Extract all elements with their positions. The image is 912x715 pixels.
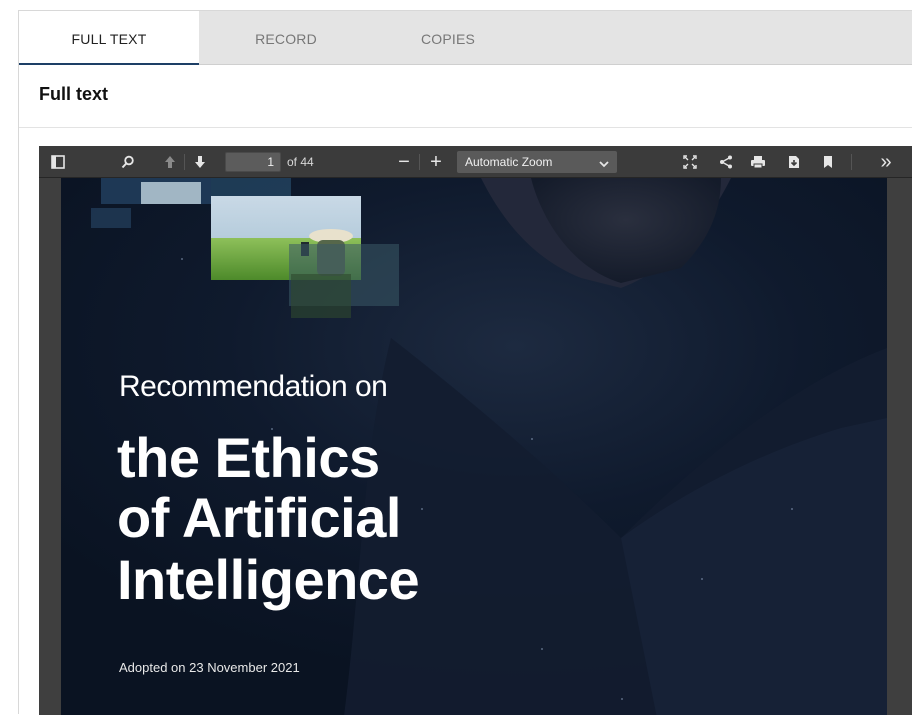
tools-menu-button[interactable]: » bbox=[875, 151, 897, 173]
zoom-in-icon: + bbox=[430, 151, 442, 173]
tools-menu-icon: » bbox=[880, 151, 892, 173]
tab-bar: FULL TEXT RECORD COPIES bbox=[19, 11, 912, 65]
share-icon[interactable] bbox=[715, 151, 737, 173]
zoom-select-value: Automatic Zoom bbox=[465, 155, 553, 169]
section-title: Full text bbox=[39, 84, 109, 104]
document-subtitle: Recommendation on bbox=[119, 370, 388, 403]
search-icon[interactable] bbox=[117, 151, 139, 173]
zoom-out-icon: − bbox=[398, 151, 410, 173]
page-number-input[interactable] bbox=[225, 152, 281, 172]
tab-copies[interactable]: COPIES bbox=[373, 11, 523, 65]
document-title-line: the Ethics bbox=[117, 426, 380, 489]
chevron-down-icon bbox=[599, 156, 609, 174]
download-icon[interactable] bbox=[783, 151, 805, 173]
pdf-page[interactable]: Recommendation on the Ethics of Artifici… bbox=[61, 178, 887, 715]
page-count: of 44 bbox=[287, 155, 314, 169]
star-dot bbox=[181, 258, 183, 260]
document-title-line: of Artificial bbox=[117, 486, 401, 549]
star-dot bbox=[701, 578, 703, 580]
star-dot bbox=[791, 508, 793, 510]
star-dot bbox=[541, 648, 543, 650]
previous-page-icon[interactable] bbox=[159, 151, 181, 173]
zoom-out-button[interactable]: − bbox=[393, 151, 415, 173]
zoom-select[interactable]: Automatic Zoom bbox=[457, 151, 617, 173]
pdf-toolbar: of 44 − + Automatic Zoom bbox=[39, 146, 912, 178]
star-dot bbox=[621, 698, 623, 700]
document-panel: FULL TEXT RECORD COPIES Full text of 44 … bbox=[18, 10, 912, 715]
next-page-icon[interactable] bbox=[189, 151, 211, 173]
document-date: Adopted on 23 November 2021 bbox=[119, 660, 300, 675]
pdf-viewer: of 44 − + Automatic Zoom bbox=[39, 146, 912, 715]
toolbar-separator bbox=[184, 154, 185, 170]
document-title-line: Intelligence bbox=[117, 548, 420, 611]
section-divider bbox=[19, 127, 912, 128]
star-dot bbox=[531, 438, 533, 440]
presentation-mode-icon[interactable] bbox=[679, 151, 701, 173]
sidebar-toggle-icon[interactable] bbox=[47, 151, 69, 173]
zoom-in-button[interactable]: + bbox=[425, 151, 447, 173]
star-dot bbox=[421, 508, 423, 510]
toolbar-separator bbox=[419, 154, 420, 170]
toolbar-separator bbox=[851, 154, 852, 170]
tab-full-text[interactable]: FULL TEXT bbox=[19, 11, 199, 65]
print-icon[interactable] bbox=[747, 151, 769, 173]
tab-record[interactable]: RECORD bbox=[199, 11, 373, 65]
bookmark-icon[interactable] bbox=[817, 151, 839, 173]
